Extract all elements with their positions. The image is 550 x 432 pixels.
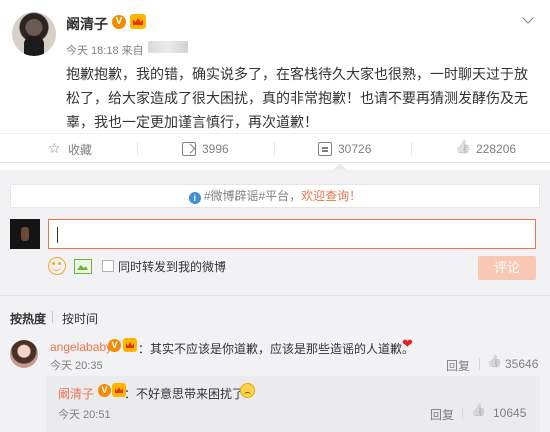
repost-button[interactable]: 3996: [182, 134, 229, 164]
comment-input[interactable]: [48, 219, 536, 249]
verified-badge-icon: V: [98, 384, 111, 397]
blurred-source: [148, 41, 188, 53]
divider: [479, 358, 480, 370]
comment-button[interactable]: 30726: [318, 134, 371, 164]
rumor-prefix: #微博辟谣#平台，: [203, 189, 302, 203]
rumor-notice: i #微博辟谣#平台，欢迎查询！: [10, 184, 540, 208]
divider: [137, 142, 138, 156]
thumbs-up-icon[interactable]: [488, 357, 501, 370]
verified-badge-icon: V: [108, 339, 121, 352]
comment-icon: [318, 142, 332, 156]
my-avatar[interactable]: [10, 219, 40, 249]
vip-crown-icon: [123, 338, 137, 352]
comment-time: 今天 20:35: [50, 360, 103, 372]
divider: [52, 311, 53, 323]
favorite-button[interactable]: 收藏: [48, 134, 92, 164]
thumbs-up-icon[interactable]: [472, 406, 485, 419]
divider: [462, 407, 463, 419]
author-avatar[interactable]: [12, 12, 56, 56]
comment-text: ：其实不应该是你道歉，应该是那些造谣的人道歉。: [138, 342, 415, 356]
text-cursor: [57, 227, 58, 243]
reply-username[interactable]: 阚清子: [58, 385, 94, 402]
repost-icon: [182, 142, 196, 156]
divider: [0, 295, 550, 296]
sweat-emoji-icon: [240, 383, 255, 398]
divider: [274, 142, 275, 156]
post-time[interactable]: 今天 18:18 来自: [66, 42, 144, 58]
repost-checkbox-label[interactable]: 同时转发到我的微博: [118, 258, 226, 275]
author-username[interactable]: 阚清子: [66, 14, 108, 34]
repost-count: 3996: [202, 142, 229, 156]
thumbs-up-icon: [456, 142, 470, 156]
repost-checkbox[interactable]: [102, 260, 114, 272]
image-icon[interactable]: [74, 259, 92, 274]
verified-badge-icon: V: [112, 15, 126, 29]
comment-reply-button[interactable]: 回复: [446, 357, 470, 374]
commenter-avatar[interactable]: [10, 340, 38, 368]
panel-caret: [333, 163, 347, 170]
like-count: 228206: [476, 142, 517, 156]
reply-time: 今天 20:51: [58, 409, 111, 421]
rumor-link[interactable]: 欢迎查询！: [301, 189, 361, 203]
heart-icon: ❤: [402, 336, 413, 351]
emoji-icon[interactable]: [48, 257, 66, 275]
action-bar: 收藏 3996 30726 228206: [0, 133, 550, 163]
comment-like-count: 35646: [505, 357, 539, 371]
vip-crown-icon: [130, 14, 146, 29]
reply-text: ：不好意思带来困扰了: [124, 387, 245, 401]
chevron-down-icon[interactable]: [520, 12, 536, 28]
info-icon: i: [188, 192, 201, 204]
divider: [411, 142, 412, 156]
star-icon: [48, 140, 62, 157]
reply-reply-button[interactable]: 回复: [430, 406, 454, 423]
like-button[interactable]: 228206: [456, 134, 516, 164]
favorite-label: 收藏: [68, 142, 93, 157]
commenter-username[interactable]: angelababy: [50, 340, 112, 354]
post-content: 抱歉抱歉，我的错，确实说多了，在客栈待久大家也很熟，一时聊天过于放松了，给大家造…: [66, 66, 528, 130]
comment-count: 30726: [338, 142, 372, 156]
sort-by-hot[interactable]: 按热度: [10, 310, 46, 327]
submit-comment-button[interactable]: 评论: [478, 256, 536, 280]
sort-by-time[interactable]: 按时间: [62, 310, 98, 327]
reply-like-count: 10645: [493, 406, 527, 420]
